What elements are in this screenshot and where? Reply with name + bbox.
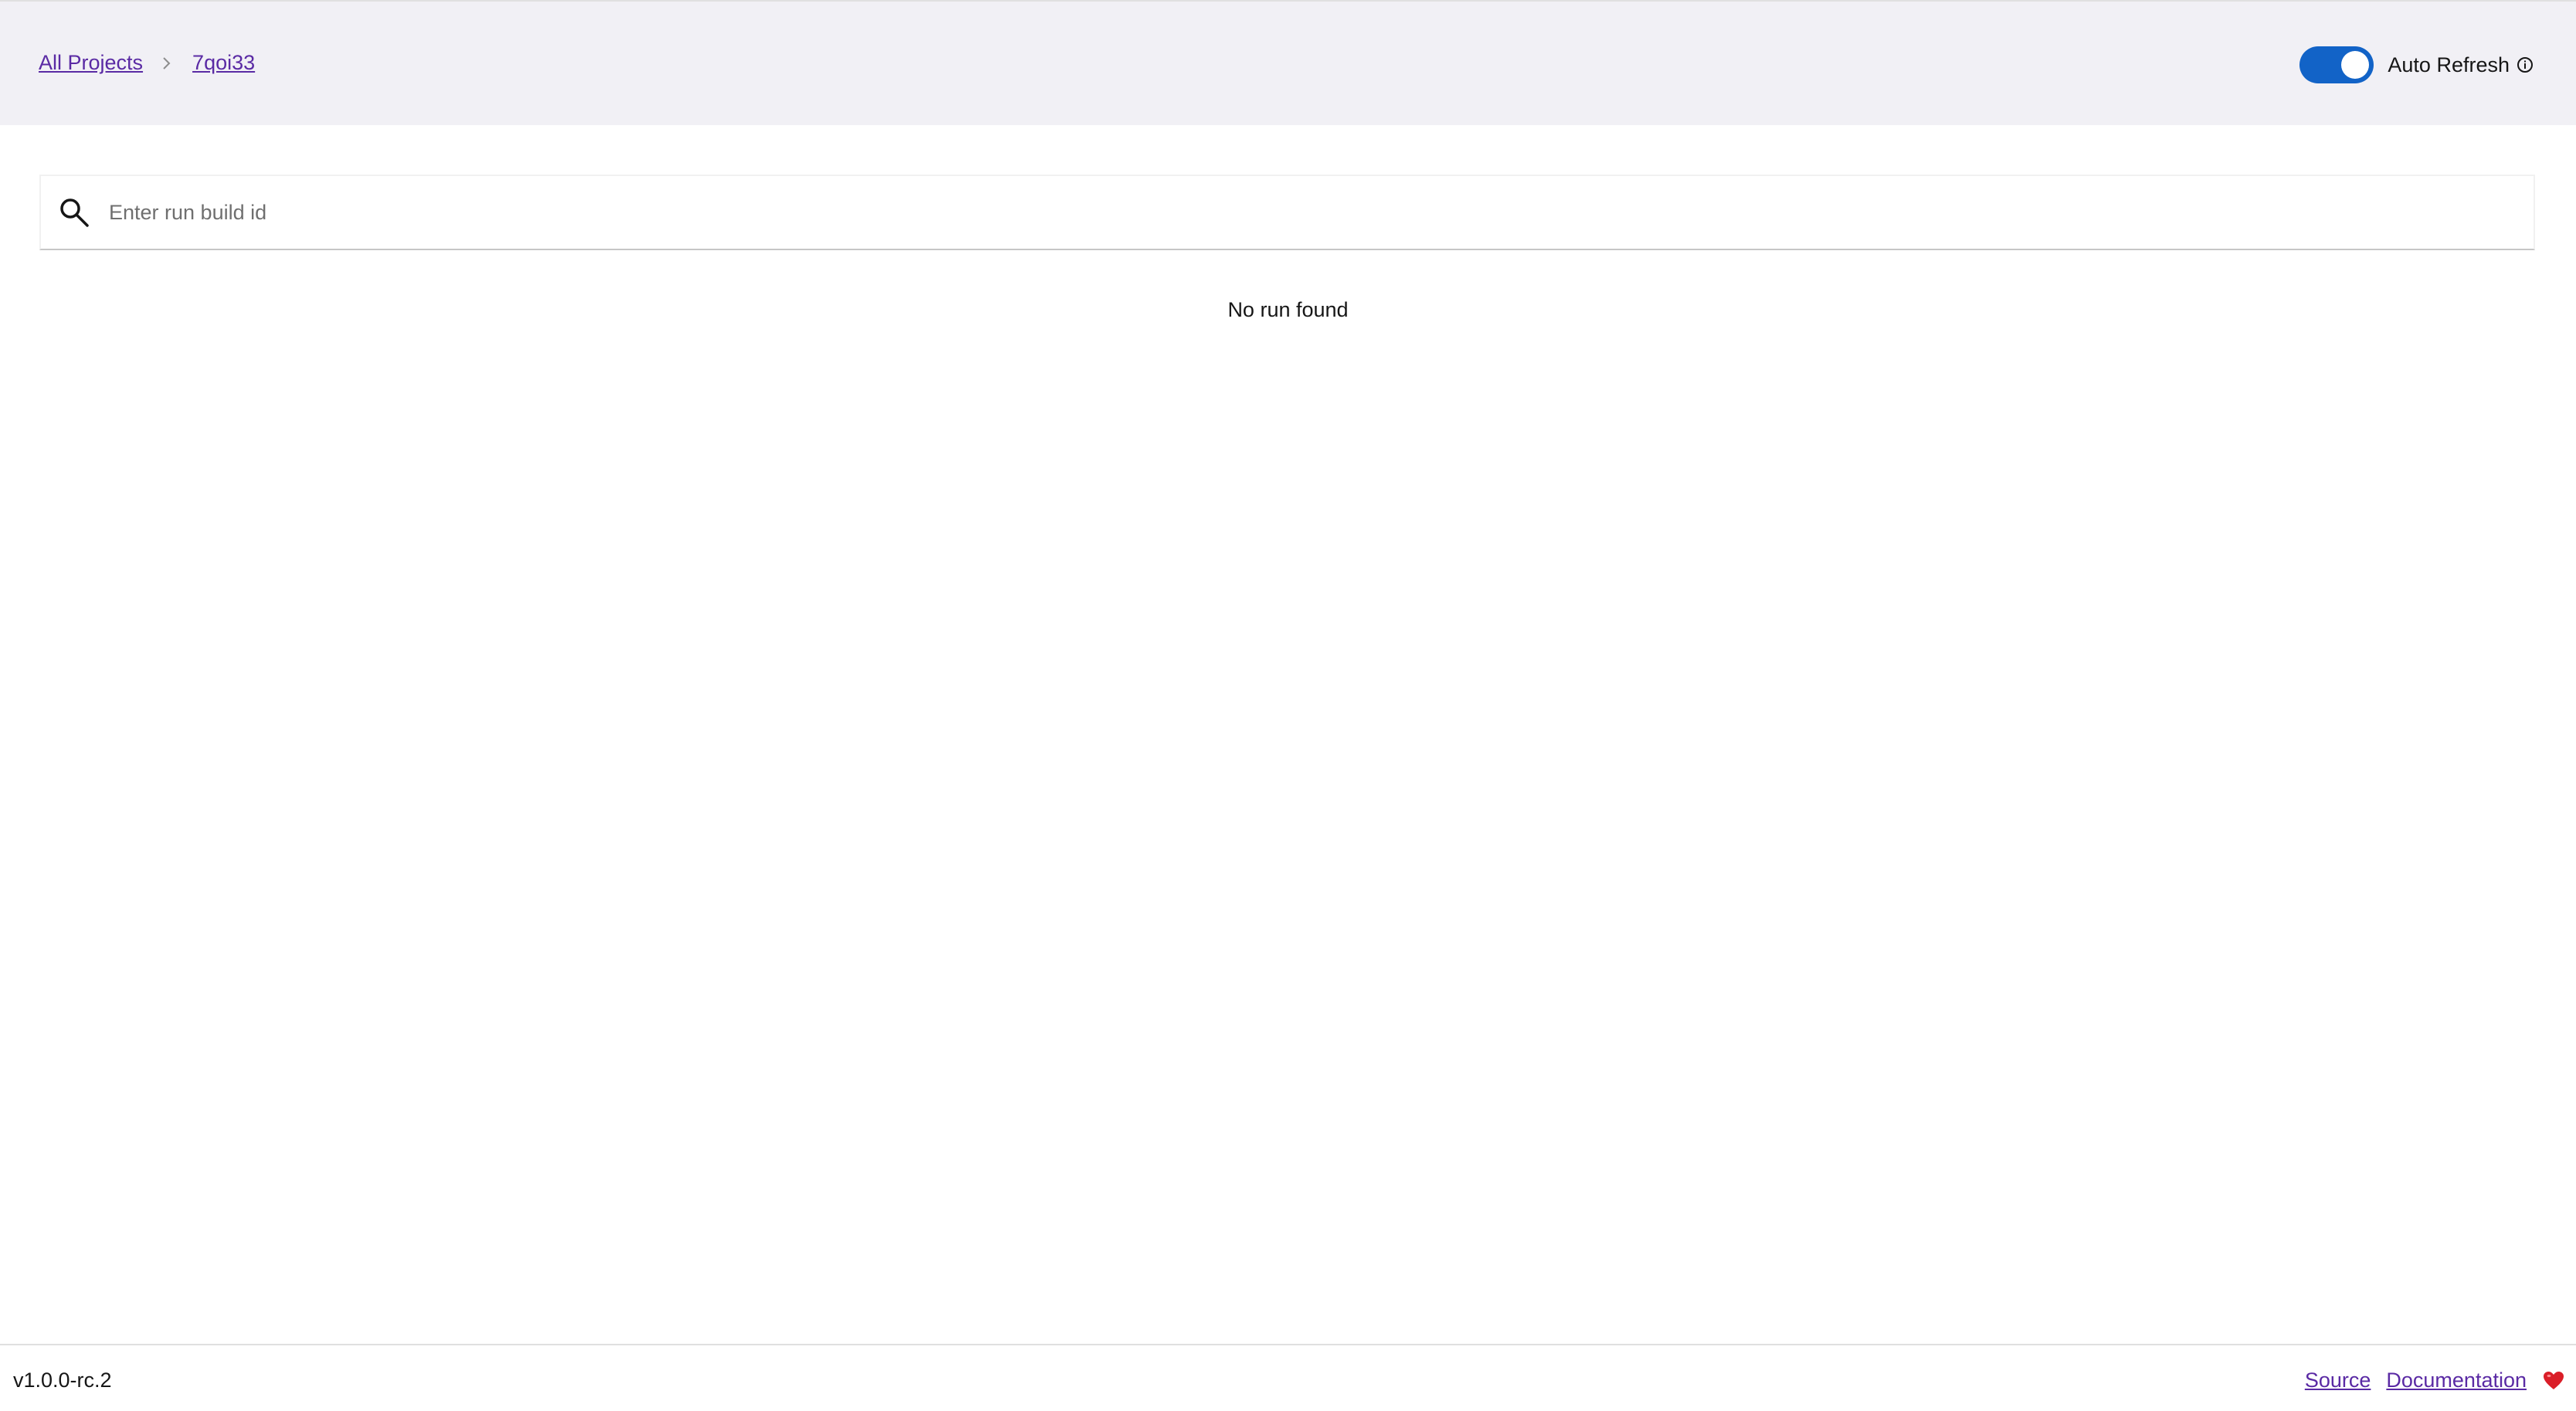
footer: v1.0.0-rc.2 Source Documentation (0, 1344, 2576, 1411)
search-input[interactable] (109, 176, 2534, 249)
info-icon[interactable] (2516, 56, 2534, 74)
breadcrumb-all-projects[interactable]: All Projects (39, 51, 143, 75)
source-link[interactable]: Source (2305, 1369, 2371, 1392)
chevron-right-icon (161, 56, 172, 71)
breadcrumb-project[interactable]: 7qoi33 (192, 51, 255, 75)
breadcrumb: All Projects 7qoi33 (39, 51, 255, 75)
page: All Projects 7qoi33 Auto Refresh Enter r… (0, 0, 2576, 1411)
search-bar (39, 175, 2535, 250)
auto-refresh-toggle[interactable] (2299, 46, 2374, 83)
version-label: v1.0.0-rc.2 (13, 1369, 112, 1392)
documentation-link[interactable]: Documentation (2386, 1369, 2527, 1392)
search-icon (56, 195, 92, 230)
heart-icon (2542, 1370, 2565, 1392)
auto-refresh-control: Auto Refresh (2299, 46, 2534, 83)
top-header: All Projects 7qoi33 Auto Refresh (0, 0, 2576, 125)
toggle-knob (2341, 51, 2370, 79)
footer-links: Source Documentation (2305, 1369, 2565, 1392)
auto-refresh-label: Auto Refresh (2388, 53, 2510, 76)
empty-state-message: No run found (1227, 298, 1349, 321)
